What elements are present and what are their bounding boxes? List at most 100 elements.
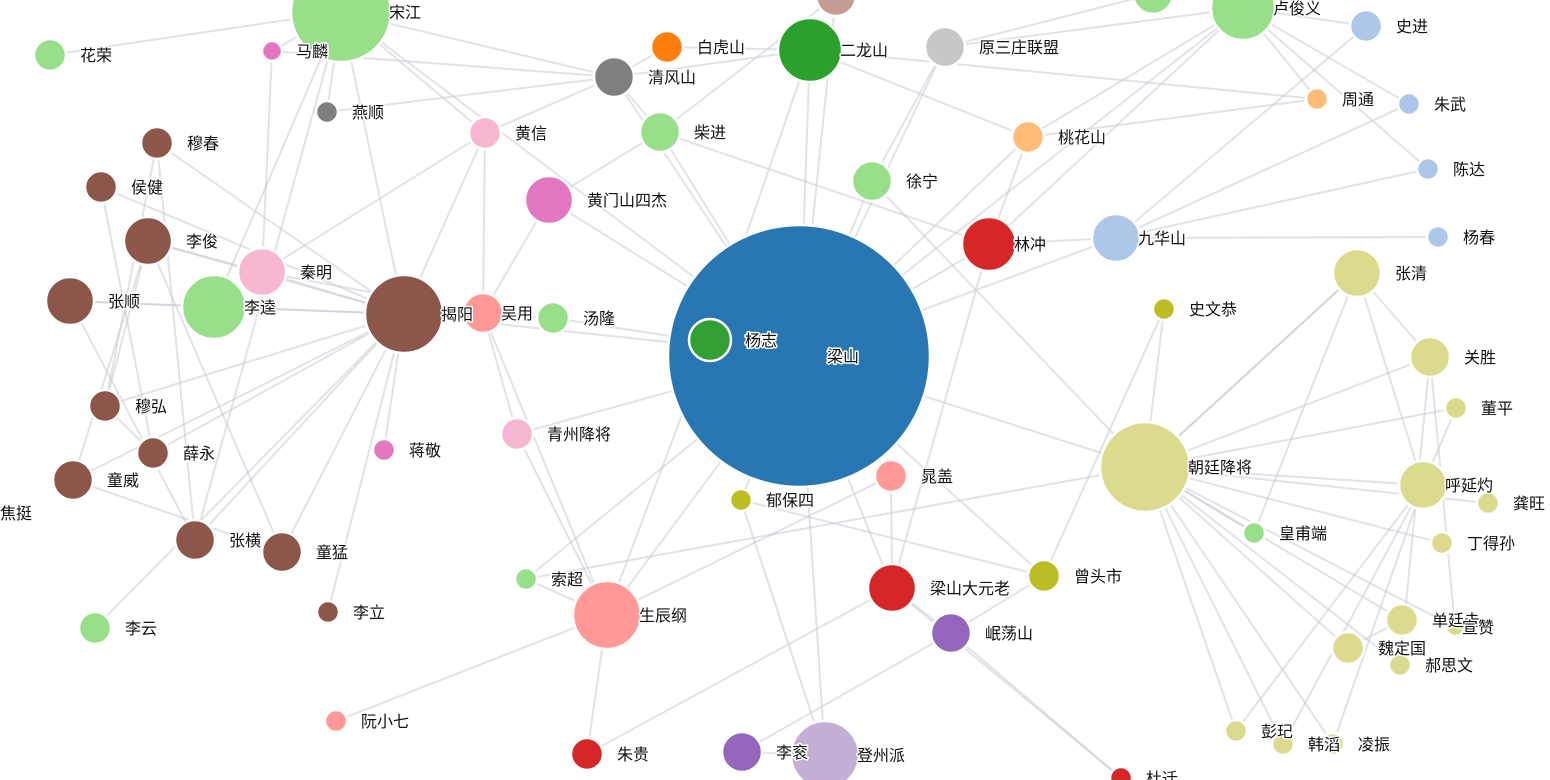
node-houjian[interactable] — [83, 169, 119, 205]
node-yanshun[interactable] — [314, 99, 340, 125]
label-huangfuduan: 皇甫端 — [1279, 524, 1327, 543]
node-duqian[interactable] — [1108, 765, 1134, 780]
edge-lujunyi-taohuashan — [1027, 7, 1244, 138]
node-jiangjing[interactable] — [371, 437, 397, 463]
node-shiwengong[interactable] — [1151, 296, 1177, 322]
node-danting[interactable] — [1384, 602, 1420, 638]
node-taohuashan[interactable] — [1010, 119, 1046, 155]
label-jiangjing: 蒋敬 — [409, 441, 441, 460]
label-chenda: 陈达 — [1453, 160, 1485, 179]
node-erlongshan[interactable] — [776, 16, 844, 84]
node-weidingguo[interactable] — [1330, 630, 1366, 666]
edge-dengzhou-yubaosi — [740, 499, 826, 756]
node-chaijin[interactable] — [638, 110, 682, 154]
node-dingdesun[interactable] — [1429, 530, 1455, 556]
label-qinming: 秦明 — [300, 263, 332, 282]
node-dongping[interactable] — [1443, 395, 1469, 421]
label-yangzhi: 杨志 — [745, 331, 777, 350]
node-shengchengang[interactable] — [571, 579, 643, 651]
label-songjiang: 宋江 — [389, 3, 421, 22]
label-zhangheng: 张横 — [229, 531, 261, 550]
node-suochao[interactable] — [513, 566, 539, 592]
label-baihushan: 白虎山 — [697, 38, 745, 57]
node-zengtoushi[interactable] — [1026, 558, 1062, 594]
node-lili[interactable] — [315, 599, 341, 625]
node-guansheng[interactable] — [1408, 335, 1452, 379]
label-liyun: 李云 — [125, 619, 157, 638]
node-chaogai[interactable] — [873, 458, 909, 494]
node-tongwei[interactable] — [51, 458, 95, 502]
node-chaoting[interactable] — [1098, 420, 1192, 514]
node-zhangshun[interactable] — [44, 275, 96, 327]
node-muhong[interactable] — [87, 388, 123, 424]
node-yubaosi[interactable] — [728, 487, 754, 513]
label-suochao: 索超 — [551, 570, 583, 589]
label-jiuhuashan: 九华山 — [1138, 229, 1186, 248]
label-xuanzan: 宣赞 — [1462, 618, 1494, 637]
node-gongwang[interactable] — [1475, 490, 1501, 516]
node-tanglong[interactable] — [535, 300, 571, 336]
label-wuyong: 吴用 — [501, 304, 533, 323]
node-huangmen[interactable] — [523, 174, 575, 226]
node-xueyong[interactable] — [135, 435, 171, 471]
node-likui[interactable] — [180, 273, 248, 341]
label-hanchao: 韩滔 — [1308, 735, 1340, 754]
edge-jieyang-lili — [327, 313, 405, 613]
label-muchun: 穆春 — [187, 134, 219, 153]
node-malin[interactable] — [260, 39, 284, 63]
node-qingfengshan[interactable] — [592, 55, 636, 99]
node-yangchun[interactable] — [1425, 224, 1451, 250]
node-huangfuduan[interactable] — [1241, 520, 1267, 546]
node-muchun[interactable] — [139, 125, 175, 161]
node-huyanzhuo[interactable] — [1397, 459, 1449, 511]
network-diagram: 梁山 杨志 宋江 卢俊义花荣 马麟 白虎山清风山 二龙山 原三庄联盟 史进周通 朱武 燕顺黄信 柴进 桃… — [0, 0, 1547, 780]
node-lijun[interactable] — [122, 215, 174, 267]
node-topgreen[interactable] — [1132, 0, 1174, 16]
edge-shengchengang-wuyong — [482, 312, 608, 616]
node-baihushan[interactable] — [649, 29, 685, 65]
node-linchong[interactable] — [960, 215, 1018, 273]
label-gongwang: 龚旺 — [1513, 494, 1545, 513]
label-taohuashan: 桃花山 — [1058, 128, 1106, 147]
edge-jiuhuashan-zhuwu — [1115, 103, 1410, 239]
node-yangzhi[interactable] — [687, 317, 733, 363]
label-yuansanzhuang: 原三庄联盟 — [979, 38, 1059, 57]
node-xuning[interactable] — [850, 159, 894, 203]
node-pengqi[interactable] — [1223, 718, 1249, 744]
node-liyun[interactable] — [77, 610, 113, 646]
label-jiaoting: 焦挺 — [0, 504, 32, 523]
node-ligun[interactable] — [720, 730, 764, 774]
node-jieyang[interactable] — [363, 273, 445, 355]
node-ruanxiaoqi[interactable] — [323, 708, 349, 734]
label-duqian: 杜迁 — [1146, 769, 1178, 780]
node-zhugui[interactable] — [569, 736, 605, 772]
label-zhuwu: 朱武 — [1434, 95, 1466, 114]
edge-jieyang-xueyong — [152, 313, 405, 454]
node-topnode[interactable] — [815, 0, 857, 18]
node-chenda[interactable] — [1415, 156, 1441, 182]
node-liangshandayuanlao[interactable] — [866, 562, 918, 614]
label-dengzhou: 登州派 — [857, 746, 905, 765]
node-zhangheng[interactable] — [173, 518, 217, 562]
label-huangxin: 黄信 — [515, 124, 547, 143]
label-huangmen: 黄门山四杰 — [587, 191, 667, 210]
node-huarong[interactable] — [32, 37, 68, 73]
node-zhangqing[interactable] — [1331, 247, 1383, 299]
node-huangxin[interactable] — [467, 115, 503, 151]
label-xueyong: 薛永 — [183, 444, 215, 463]
node-shijin[interactable] — [1348, 8, 1384, 44]
label-malin: 马麟 — [296, 42, 328, 61]
node-zhoutong[interactable] — [1304, 86, 1330, 112]
label-zhangshun: 张顺 — [108, 292, 140, 311]
node-qingzhou[interactable] — [499, 416, 535, 452]
label-lujunyi: 卢俊义 — [1273, 0, 1321, 18]
node-tongmeng[interactable] — [260, 530, 304, 574]
node-jiuhuashan[interactable] — [1090, 212, 1142, 264]
node-yuansanzhuang[interactable] — [923, 25, 967, 69]
node-zhuwu[interactable] — [1396, 91, 1422, 117]
node-mindangshan[interactable] — [929, 611, 973, 655]
node-qinming[interactable] — [236, 246, 288, 298]
label-shiwengong: 史文恭 — [1189, 300, 1237, 319]
label-ruanxiaoqi: 阮小七 — [361, 712, 409, 731]
label-shengchengang: 生辰纲 — [639, 606, 687, 625]
